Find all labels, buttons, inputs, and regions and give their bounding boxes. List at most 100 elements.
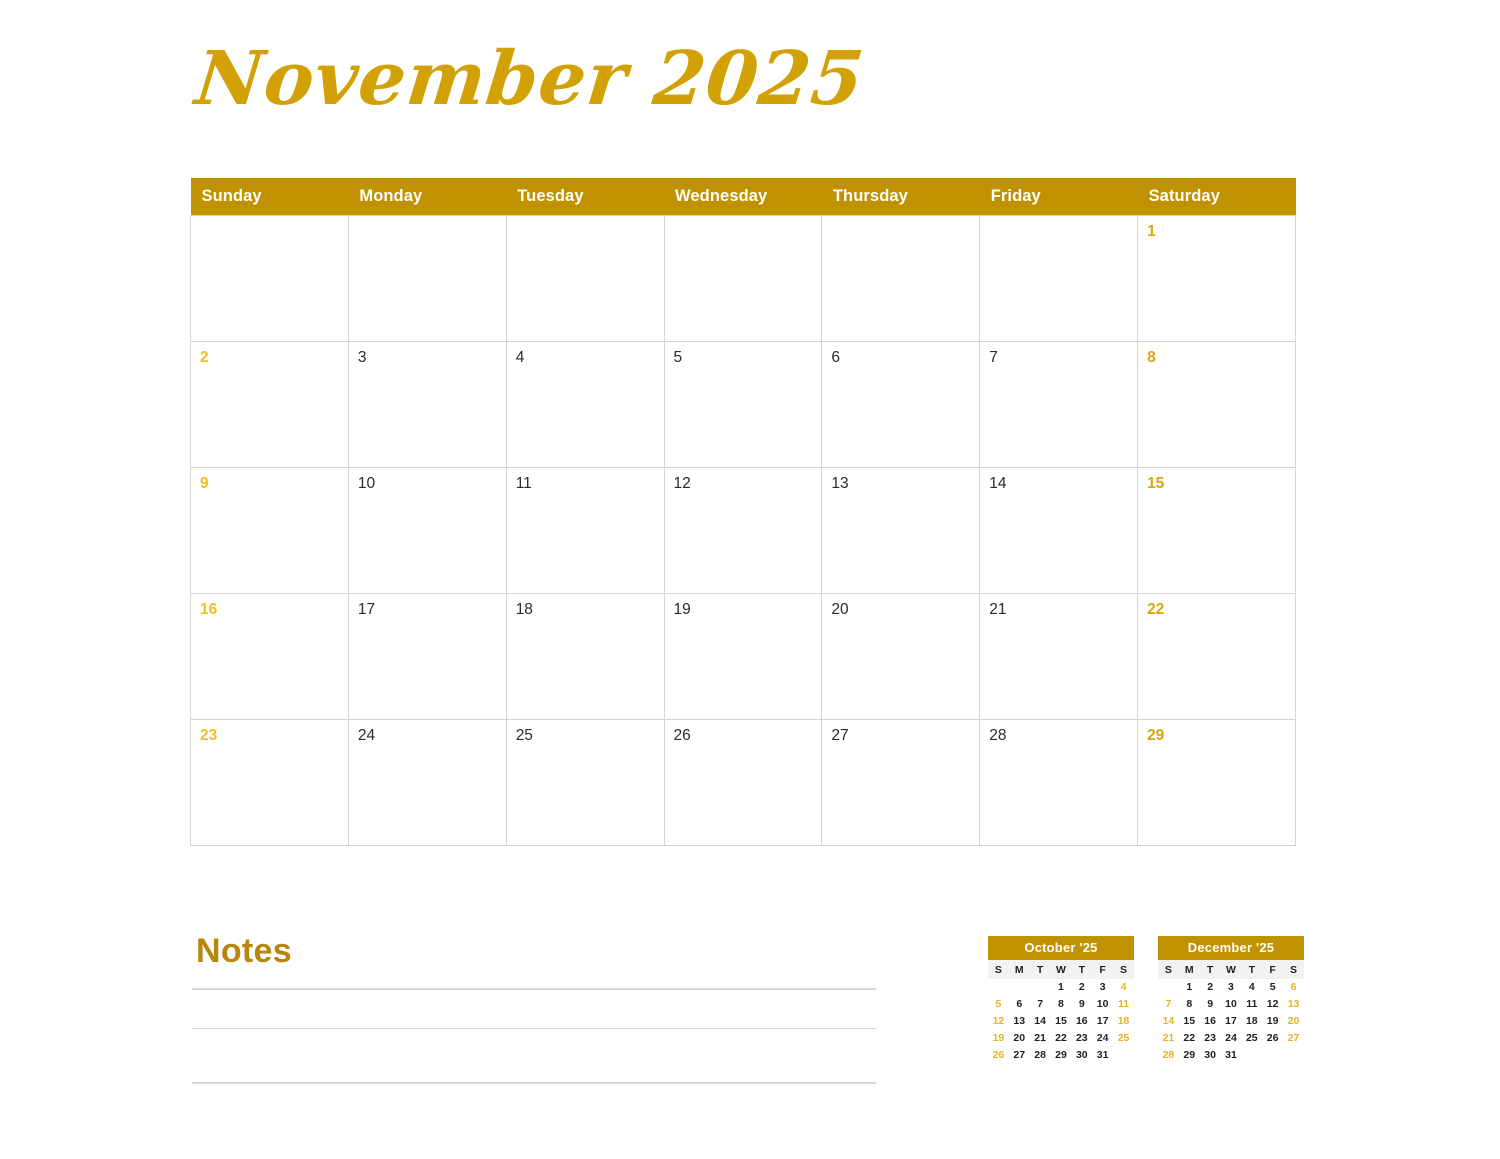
mini-day-24[interactable]: 24 <box>1221 1030 1242 1047</box>
mini-day-26[interactable]: 26 <box>988 1047 1009 1064</box>
mini-day-30[interactable]: 30 <box>1200 1047 1221 1064</box>
day-cell-11[interactable]: 11 <box>505 467 665 594</box>
day-cell-25[interactable]: 25 <box>505 719 665 846</box>
mini-day-25[interactable]: 25 <box>1113 1030 1134 1047</box>
mini-day-6[interactable]: 6 <box>1283 979 1304 996</box>
mini-day-empty[interactable] <box>1262 1047 1283 1064</box>
mini-day-11[interactable]: 11 <box>1113 996 1134 1013</box>
mini-day-8[interactable]: 8 <box>1051 996 1072 1013</box>
mini-day-2[interactable]: 2 <box>1200 979 1221 996</box>
mini-day-empty[interactable] <box>1030 979 1051 996</box>
mini-day-13[interactable]: 13 <box>1009 1013 1030 1030</box>
day-cell-1[interactable]: 1 <box>1137 215 1296 342</box>
day-cell-21[interactable]: 21 <box>979 593 1139 720</box>
mini-day-11[interactable]: 11 <box>1241 996 1262 1013</box>
mini-day-1[interactable]: 1 <box>1179 979 1200 996</box>
mini-day-14[interactable]: 14 <box>1158 1013 1179 1030</box>
mini-day-1[interactable]: 1 <box>1051 979 1072 996</box>
day-cell-26[interactable]: 26 <box>663 719 823 846</box>
mini-day-20[interactable]: 20 <box>1009 1030 1030 1047</box>
mini-day-empty[interactable] <box>1113 1047 1134 1064</box>
mini-day-empty[interactable] <box>1009 979 1030 996</box>
mini-day-29[interactable]: 29 <box>1051 1047 1072 1064</box>
mini-day-8[interactable]: 8 <box>1179 996 1200 1013</box>
mini-day-24[interactable]: 24 <box>1092 1030 1113 1047</box>
day-cell-3[interactable]: 3 <box>347 341 507 468</box>
mini-day-15[interactable]: 15 <box>1179 1013 1200 1030</box>
day-cell-empty[interactable] <box>663 215 823 342</box>
mini-day-6[interactable]: 6 <box>1009 996 1030 1013</box>
mini-day-30[interactable]: 30 <box>1071 1047 1092 1064</box>
day-cell-empty[interactable] <box>979 215 1139 342</box>
mini-day-4[interactable]: 4 <box>1113 979 1134 996</box>
day-cell-empty[interactable] <box>505 215 665 342</box>
mini-day-25[interactable]: 25 <box>1241 1030 1262 1047</box>
mini-day-19[interactable]: 19 <box>988 1030 1009 1047</box>
mini-day-28[interactable]: 28 <box>1158 1047 1179 1064</box>
mini-day-29[interactable]: 29 <box>1179 1047 1200 1064</box>
mini-day-5[interactable]: 5 <box>1262 979 1283 996</box>
mini-day-3[interactable]: 3 <box>1092 979 1113 996</box>
mini-day-empty[interactable] <box>1158 979 1179 996</box>
mini-day-17[interactable]: 17 <box>1221 1013 1242 1030</box>
mini-day-17[interactable]: 17 <box>1092 1013 1113 1030</box>
mini-day-empty[interactable] <box>1241 1047 1262 1064</box>
day-cell-10[interactable]: 10 <box>347 467 507 594</box>
mini-day-3[interactable]: 3 <box>1221 979 1242 996</box>
day-cell-15[interactable]: 15 <box>1137 467 1296 594</box>
mini-day-22[interactable]: 22 <box>1179 1030 1200 1047</box>
mini-day-9[interactable]: 9 <box>1071 996 1092 1013</box>
mini-day-12[interactable]: 12 <box>988 1013 1009 1030</box>
day-cell-4[interactable]: 4 <box>505 341 665 468</box>
day-cell-16[interactable]: 16 <box>190 593 349 720</box>
mini-day-14[interactable]: 14 <box>1030 1013 1051 1030</box>
mini-day-23[interactable]: 23 <box>1200 1030 1221 1047</box>
day-cell-empty[interactable] <box>821 215 981 342</box>
day-cell-8[interactable]: 8 <box>1137 341 1296 468</box>
mini-day-28[interactable]: 28 <box>1030 1047 1051 1064</box>
mini-day-27[interactable]: 27 <box>1009 1047 1030 1064</box>
mini-day-2[interactable]: 2 <box>1071 979 1092 996</box>
mini-day-16[interactable]: 16 <box>1071 1013 1092 1030</box>
mini-day-18[interactable]: 18 <box>1241 1013 1262 1030</box>
mini-day-7[interactable]: 7 <box>1030 996 1051 1013</box>
day-cell-7[interactable]: 7 <box>979 341 1139 468</box>
day-cell-2[interactable]: 2 <box>190 341 349 468</box>
mini-day-15[interactable]: 15 <box>1051 1013 1072 1030</box>
mini-day-16[interactable]: 16 <box>1200 1013 1221 1030</box>
mini-day-empty[interactable] <box>1283 1047 1304 1064</box>
day-cell-20[interactable]: 20 <box>821 593 981 720</box>
day-cell-5[interactable]: 5 <box>663 341 823 468</box>
mini-day-empty[interactable] <box>988 979 1009 996</box>
day-cell-14[interactable]: 14 <box>979 467 1139 594</box>
mini-day-20[interactable]: 20 <box>1283 1013 1304 1030</box>
mini-day-9[interactable]: 9 <box>1200 996 1221 1013</box>
day-cell-28[interactable]: 28 <box>979 719 1139 846</box>
day-cell-17[interactable]: 17 <box>347 593 507 720</box>
mini-day-12[interactable]: 12 <box>1262 996 1283 1013</box>
mini-day-21[interactable]: 21 <box>1030 1030 1051 1047</box>
mini-day-10[interactable]: 10 <box>1221 996 1242 1013</box>
mini-day-10[interactable]: 10 <box>1092 996 1113 1013</box>
day-cell-13[interactable]: 13 <box>821 467 981 594</box>
day-cell-9[interactable]: 9 <box>190 467 349 594</box>
notes-line-3[interactable] <box>192 1082 876 1084</box>
day-cell-12[interactable]: 12 <box>663 467 823 594</box>
day-cell-22[interactable]: 22 <box>1137 593 1296 720</box>
day-cell-27[interactable]: 27 <box>821 719 981 846</box>
day-cell-23[interactable]: 23 <box>190 719 349 846</box>
mini-day-23[interactable]: 23 <box>1071 1030 1092 1047</box>
mini-day-26[interactable]: 26 <box>1262 1030 1283 1047</box>
mini-day-5[interactable]: 5 <box>988 996 1009 1013</box>
mini-day-13[interactable]: 13 <box>1283 996 1304 1013</box>
day-cell-29[interactable]: 29 <box>1137 719 1296 846</box>
day-cell-empty[interactable] <box>347 215 507 342</box>
mini-day-31[interactable]: 31 <box>1092 1047 1113 1064</box>
mini-day-22[interactable]: 22 <box>1051 1030 1072 1047</box>
mini-day-19[interactable]: 19 <box>1262 1013 1283 1030</box>
day-cell-19[interactable]: 19 <box>663 593 823 720</box>
day-cell-24[interactable]: 24 <box>347 719 507 846</box>
mini-day-21[interactable]: 21 <box>1158 1030 1179 1047</box>
mini-day-27[interactable]: 27 <box>1283 1030 1304 1047</box>
mini-day-18[interactable]: 18 <box>1113 1013 1134 1030</box>
